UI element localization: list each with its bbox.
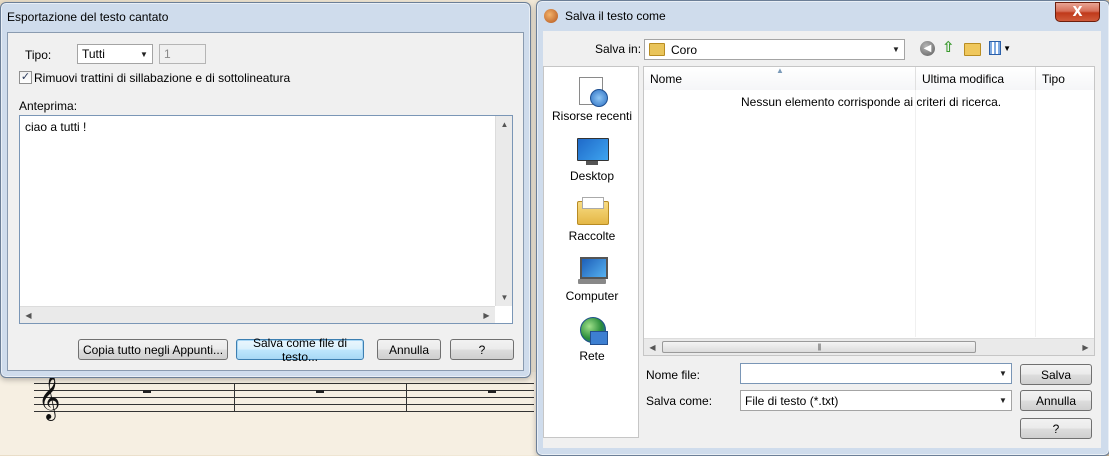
type-label: Tipo: xyxy=(25,48,52,62)
save-dialog-help-button[interactable]: ? xyxy=(1020,418,1092,439)
type-dropdown-value: Tutti xyxy=(82,47,105,61)
filename-input[interactable]: ▼ xyxy=(740,363,1012,384)
type-dropdown[interactable]: Tutti ▼ xyxy=(77,44,153,64)
export-dialog-title: Esportazione del testo cantato xyxy=(7,10,169,24)
save-in-value: Coro xyxy=(671,42,698,57)
empty-list-message: Nessun elemento corrisponde ai criteri d… xyxy=(741,95,1002,109)
place-desktop-label: Desktop xyxy=(569,169,615,183)
export-help-button[interactable]: ? xyxy=(450,339,514,360)
scroll-up-icon[interactable]: ▲ xyxy=(496,116,513,133)
recent-places-icon xyxy=(576,75,608,107)
view-menu-icon[interactable]: ▼ xyxy=(989,40,1011,56)
treble-clef-icon: 𝄞 xyxy=(38,375,61,419)
file-list[interactable]: Nome ▲ Ultima modifica Tipo Nessun eleme… xyxy=(643,66,1095,356)
scroll-left-icon[interactable]: ◀ xyxy=(644,339,661,356)
save-as-type-dropdown[interactable]: File di testo (*.txt) ▼ xyxy=(740,390,1012,411)
place-computer-label: Computer xyxy=(565,289,619,303)
new-folder-icon[interactable] xyxy=(964,43,981,56)
score-background xyxy=(0,372,540,455)
scroll-thumb[interactable]: ||| xyxy=(662,341,976,353)
sort-ascending-icon: ▲ xyxy=(776,66,784,75)
export-lyrics-dialog: Esportazione del testo cantato Tipo: Tut… xyxy=(0,2,531,378)
place-libraries[interactable]: Raccolte xyxy=(544,195,640,243)
export-dialog-titlebar[interactable]: Esportazione del testo cantato xyxy=(1,3,530,31)
save-as-text-button[interactable]: Salva come file di testo... xyxy=(236,336,364,364)
place-desktop[interactable]: Desktop xyxy=(544,135,640,183)
save-dialog-title: Salva il testo come xyxy=(565,9,666,23)
libraries-icon xyxy=(576,195,609,227)
preview-horizontal-scrollbar[interactable]: ◀ ▶ xyxy=(20,306,495,323)
remove-hyphens-label[interactable]: Rimuovi trattini di sillabazione e di so… xyxy=(34,71,290,85)
remove-hyphens-checkbox[interactable]: ✓ xyxy=(19,71,32,84)
scroll-down-icon[interactable]: ▼ xyxy=(496,289,513,306)
place-libraries-label: Raccolte xyxy=(568,229,616,243)
desktop-icon xyxy=(576,135,609,167)
filename-label: Nome file: xyxy=(646,368,701,382)
column-header-modified-label: Ultima modifica xyxy=(922,71,1005,86)
save-dialog-cancel-button[interactable]: Annulla xyxy=(1020,390,1092,411)
scroll-right-icon[interactable]: ▶ xyxy=(1077,339,1094,356)
number-field: 1 xyxy=(159,44,206,64)
column-header-name-label: Nome xyxy=(650,71,683,86)
place-computer[interactable]: Computer xyxy=(544,255,640,303)
place-recent-label: Risorse recenti xyxy=(551,109,633,123)
column-header-type-label: Tipo xyxy=(1042,71,1065,86)
column-header-name[interactable]: Nome ▲ xyxy=(644,66,916,90)
preview-text: ciao a tutti ! xyxy=(25,120,87,134)
network-icon xyxy=(576,315,608,347)
save-dialog-titlebar[interactable]: Salva il testo come xyxy=(537,1,1109,31)
save-dialog-client: Salva in: Coro ▼ ◀ ⇧ ▼ Risorse recenti D… xyxy=(543,31,1101,448)
places-bar: Risorse recenti Desktop Raccolte Compute… xyxy=(543,66,639,438)
save-in-dropdown[interactable]: Coro ▼ xyxy=(644,39,905,60)
close-icon[interactable]: X xyxy=(1055,2,1100,22)
save-text-dialog: Salva il testo come X Salva in: Coro ▼ ◀… xyxy=(536,0,1109,456)
folder-icon xyxy=(649,43,665,56)
file-list-horizontal-scrollbar[interactable]: ◀ ||| ▶ xyxy=(644,338,1094,355)
app-logo-icon xyxy=(544,9,558,23)
save-button[interactable]: Salva xyxy=(1020,364,1092,385)
export-dialog-client: Tipo: Tutti ▼ 1 ✓ Rimuovi trattini di si… xyxy=(7,32,524,371)
place-network-label: Rete xyxy=(579,349,605,363)
chevron-down-icon: ▼ xyxy=(999,396,1007,405)
place-network[interactable]: Rete xyxy=(544,315,640,363)
save-in-label: Salva in: xyxy=(595,42,642,56)
close-label: X xyxy=(1072,4,1083,20)
chevron-down-icon: ▼ xyxy=(999,369,1007,378)
up-folder-icon[interactable]: ⇧ xyxy=(942,40,958,56)
column-divider xyxy=(915,90,916,337)
preview-textarea[interactable]: ciao a tutti ! ▲ ▼ ◀ ▶ xyxy=(19,115,513,324)
copy-all-button[interactable]: Copia tutto negli Appunti... xyxy=(78,339,228,360)
save-as-type-label: Salva come: xyxy=(646,394,713,408)
computer-icon xyxy=(576,255,608,287)
scroll-right-icon[interactable]: ▶ xyxy=(478,307,495,324)
column-divider xyxy=(1035,90,1036,337)
chevron-down-icon: ▼ xyxy=(140,49,148,59)
back-icon[interactable]: ◀ xyxy=(920,41,935,56)
preview-vertical-scrollbar[interactable]: ▲ ▼ xyxy=(495,116,512,306)
checkmark-icon: ✓ xyxy=(20,71,31,83)
chevron-down-icon: ▼ xyxy=(892,45,900,54)
place-recent[interactable]: Risorse recenti xyxy=(544,75,640,123)
number-field-value: 1 xyxy=(164,47,171,61)
export-cancel-button[interactable]: Annulla xyxy=(377,339,441,360)
scroll-left-icon[interactable]: ◀ xyxy=(20,307,37,324)
save-as-type-value: File di testo (*.txt) xyxy=(745,393,839,408)
column-header-modified[interactable]: Ultima modifica xyxy=(916,67,1036,90)
column-header-type[interactable]: Tipo xyxy=(1036,67,1094,90)
preview-label: Anteprima: xyxy=(19,99,78,113)
